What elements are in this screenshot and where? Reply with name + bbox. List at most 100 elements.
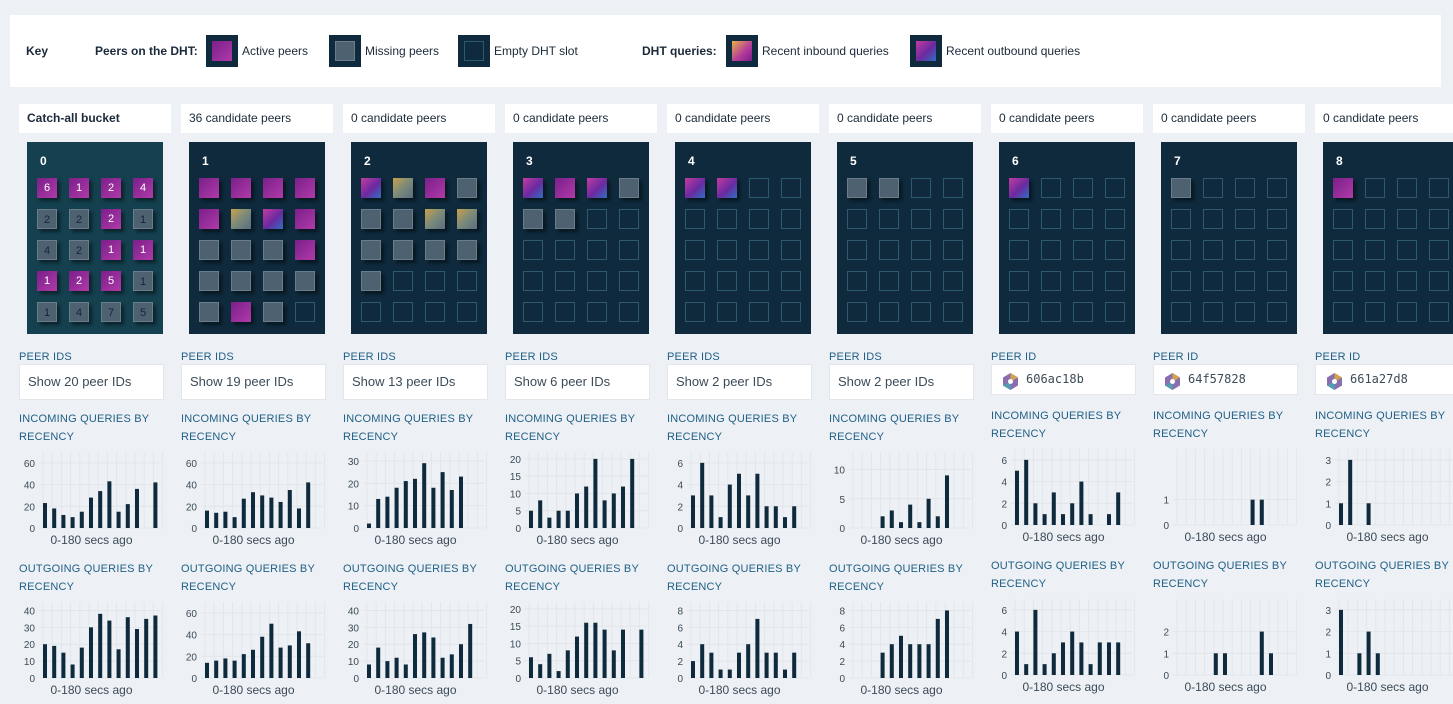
missing-peer[interactable]: 1 bbox=[133, 209, 153, 229]
missing-peer[interactable]: 7 bbox=[101, 302, 121, 322]
empty-slot bbox=[457, 302, 477, 322]
active-peer[interactable]: 1 bbox=[37, 271, 57, 291]
active-peer[interactable] bbox=[361, 178, 381, 198]
show-peer-ids-button[interactable]: Show 6 peer IDs bbox=[505, 364, 650, 400]
active-peer[interactable] bbox=[295, 240, 315, 260]
missing-peer[interactable]: 1 bbox=[37, 302, 57, 322]
active-peer[interactable] bbox=[457, 209, 477, 229]
missing-peer[interactable] bbox=[393, 209, 413, 229]
missing-peer[interactable] bbox=[523, 209, 543, 229]
active-peer[interactable]: 2 bbox=[101, 209, 121, 229]
buckets.0.outgoing-ytick: 10 bbox=[24, 657, 36, 668]
missing-peer[interactable] bbox=[199, 302, 219, 322]
peer-id-chip[interactable]: 606ac18b bbox=[991, 364, 1136, 395]
active-peer[interactable] bbox=[263, 178, 283, 198]
active-peer[interactable] bbox=[393, 178, 413, 198]
missing-peer[interactable] bbox=[425, 240, 445, 260]
active-peer[interactable] bbox=[1009, 178, 1029, 198]
empty-slot bbox=[1105, 178, 1125, 198]
buckets.0.outgoing-ytick: 30 bbox=[24, 623, 36, 634]
buckets.3.outgoing-bar bbox=[575, 636, 579, 678]
buckets.5.incoming-bar bbox=[908, 504, 913, 528]
missing-peer[interactable] bbox=[295, 271, 315, 291]
active-peer[interactable] bbox=[425, 209, 445, 229]
missing-peer[interactable] bbox=[263, 302, 283, 322]
active-peer[interactable]: 5 bbox=[101, 271, 121, 291]
show-peer-ids-button[interactable]: Show 20 peer IDs bbox=[19, 364, 164, 400]
active-peer[interactable] bbox=[231, 178, 251, 198]
peer-id-chip[interactable]: 64f57828 bbox=[1153, 364, 1298, 395]
outgoing-x-caption: 0-180 secs ago bbox=[212, 683, 295, 697]
active-peer[interactable] bbox=[717, 178, 737, 198]
missing-peer[interactable] bbox=[361, 209, 381, 229]
buckets.2.incoming-bar bbox=[459, 476, 463, 528]
missing-peer[interactable]: 2 bbox=[69, 209, 89, 229]
show-peer-ids-button[interactable]: Show 13 peer IDs bbox=[343, 364, 488, 400]
empty-slot bbox=[619, 271, 639, 291]
empty-slot bbox=[393, 271, 413, 291]
dht-bucket: 1 bbox=[189, 142, 325, 334]
empty-slot bbox=[555, 240, 575, 260]
missing-peer[interactable] bbox=[199, 240, 219, 260]
active-peer[interactable] bbox=[425, 178, 445, 198]
active-peer[interactable] bbox=[587, 178, 607, 198]
missing-peer[interactable] bbox=[199, 271, 219, 291]
empty-slot bbox=[717, 240, 737, 260]
buckets.0.outgoing-bar bbox=[89, 627, 93, 678]
missing-peer[interactable] bbox=[457, 240, 477, 260]
active-peer[interactable] bbox=[263, 209, 283, 229]
show-peer-ids-button[interactable]: Show 2 peer IDs bbox=[667, 364, 812, 400]
missing-peer[interactable] bbox=[361, 240, 381, 260]
active-peer[interactable] bbox=[685, 178, 705, 198]
empty-slot bbox=[1041, 302, 1061, 322]
active-peer[interactable]: 1 bbox=[133, 240, 153, 260]
active-peer[interactable]: 2 bbox=[101, 178, 121, 198]
missing-peer[interactable]: 2 bbox=[69, 240, 89, 260]
show-peer-ids-button[interactable]: Show 19 peer IDs bbox=[181, 364, 326, 400]
buckets.7.incoming-svg: 01 bbox=[1163, 449, 1298, 531]
missing-peer[interactable] bbox=[393, 240, 413, 260]
missing-peer[interactable] bbox=[263, 271, 283, 291]
missing-peer[interactable] bbox=[361, 271, 381, 291]
missing-peer[interactable]: 4 bbox=[69, 302, 89, 322]
empty-slot bbox=[619, 209, 639, 229]
buckets.0.outgoing-bar bbox=[107, 620, 112, 678]
missing-peer[interactable] bbox=[847, 178, 867, 198]
missing-peer[interactable] bbox=[231, 240, 251, 260]
buckets.6.incoming-bar bbox=[1079, 481, 1084, 525]
buckets.0.outgoing-svg: 010203040 bbox=[24, 602, 164, 684]
buckets.3.incoming-bar bbox=[529, 510, 533, 528]
missing-peer[interactable] bbox=[879, 178, 899, 198]
active-peer[interactable] bbox=[295, 178, 315, 198]
active-peer[interactable]: 1 bbox=[101, 240, 121, 260]
active-peer[interactable] bbox=[231, 302, 251, 322]
active-peer[interactable] bbox=[231, 209, 251, 229]
active-peer[interactable] bbox=[199, 209, 219, 229]
missing-peer[interactable] bbox=[231, 271, 251, 291]
missing-peer[interactable] bbox=[263, 240, 283, 260]
buckets.2.incoming-bar bbox=[440, 472, 445, 528]
peer-id-chip[interactable]: 661a27d8 bbox=[1315, 364, 1453, 395]
active-peer-swatch bbox=[206, 35, 238, 67]
missing-peer[interactable] bbox=[457, 178, 477, 198]
missing-peer[interactable]: 4 bbox=[37, 240, 57, 260]
missing-peer[interactable] bbox=[1171, 178, 1191, 198]
active-peer[interactable]: 4 bbox=[133, 178, 153, 198]
missing-peer[interactable] bbox=[619, 178, 639, 198]
missing-peer[interactable]: 5 bbox=[133, 302, 153, 322]
buckets.4.incoming-bar bbox=[755, 473, 760, 528]
missing-peer[interactable]: 1 bbox=[133, 271, 153, 291]
active-peer[interactable] bbox=[523, 178, 543, 198]
active-peer[interactable] bbox=[199, 178, 219, 198]
active-peer[interactable]: 6 bbox=[37, 178, 57, 198]
active-peer[interactable] bbox=[555, 178, 575, 198]
active-peer[interactable]: 2 bbox=[69, 271, 89, 291]
active-peer[interactable] bbox=[295, 209, 315, 229]
buckets.3.outgoing-bar bbox=[584, 622, 589, 678]
show-peer-ids-button[interactable]: Show 2 peer IDs bbox=[829, 364, 974, 400]
empty-slot bbox=[717, 302, 737, 322]
missing-peer[interactable]: 2 bbox=[37, 209, 57, 229]
missing-peer[interactable] bbox=[555, 209, 575, 229]
active-peer[interactable] bbox=[1333, 178, 1353, 198]
active-peer[interactable]: 1 bbox=[69, 178, 89, 198]
